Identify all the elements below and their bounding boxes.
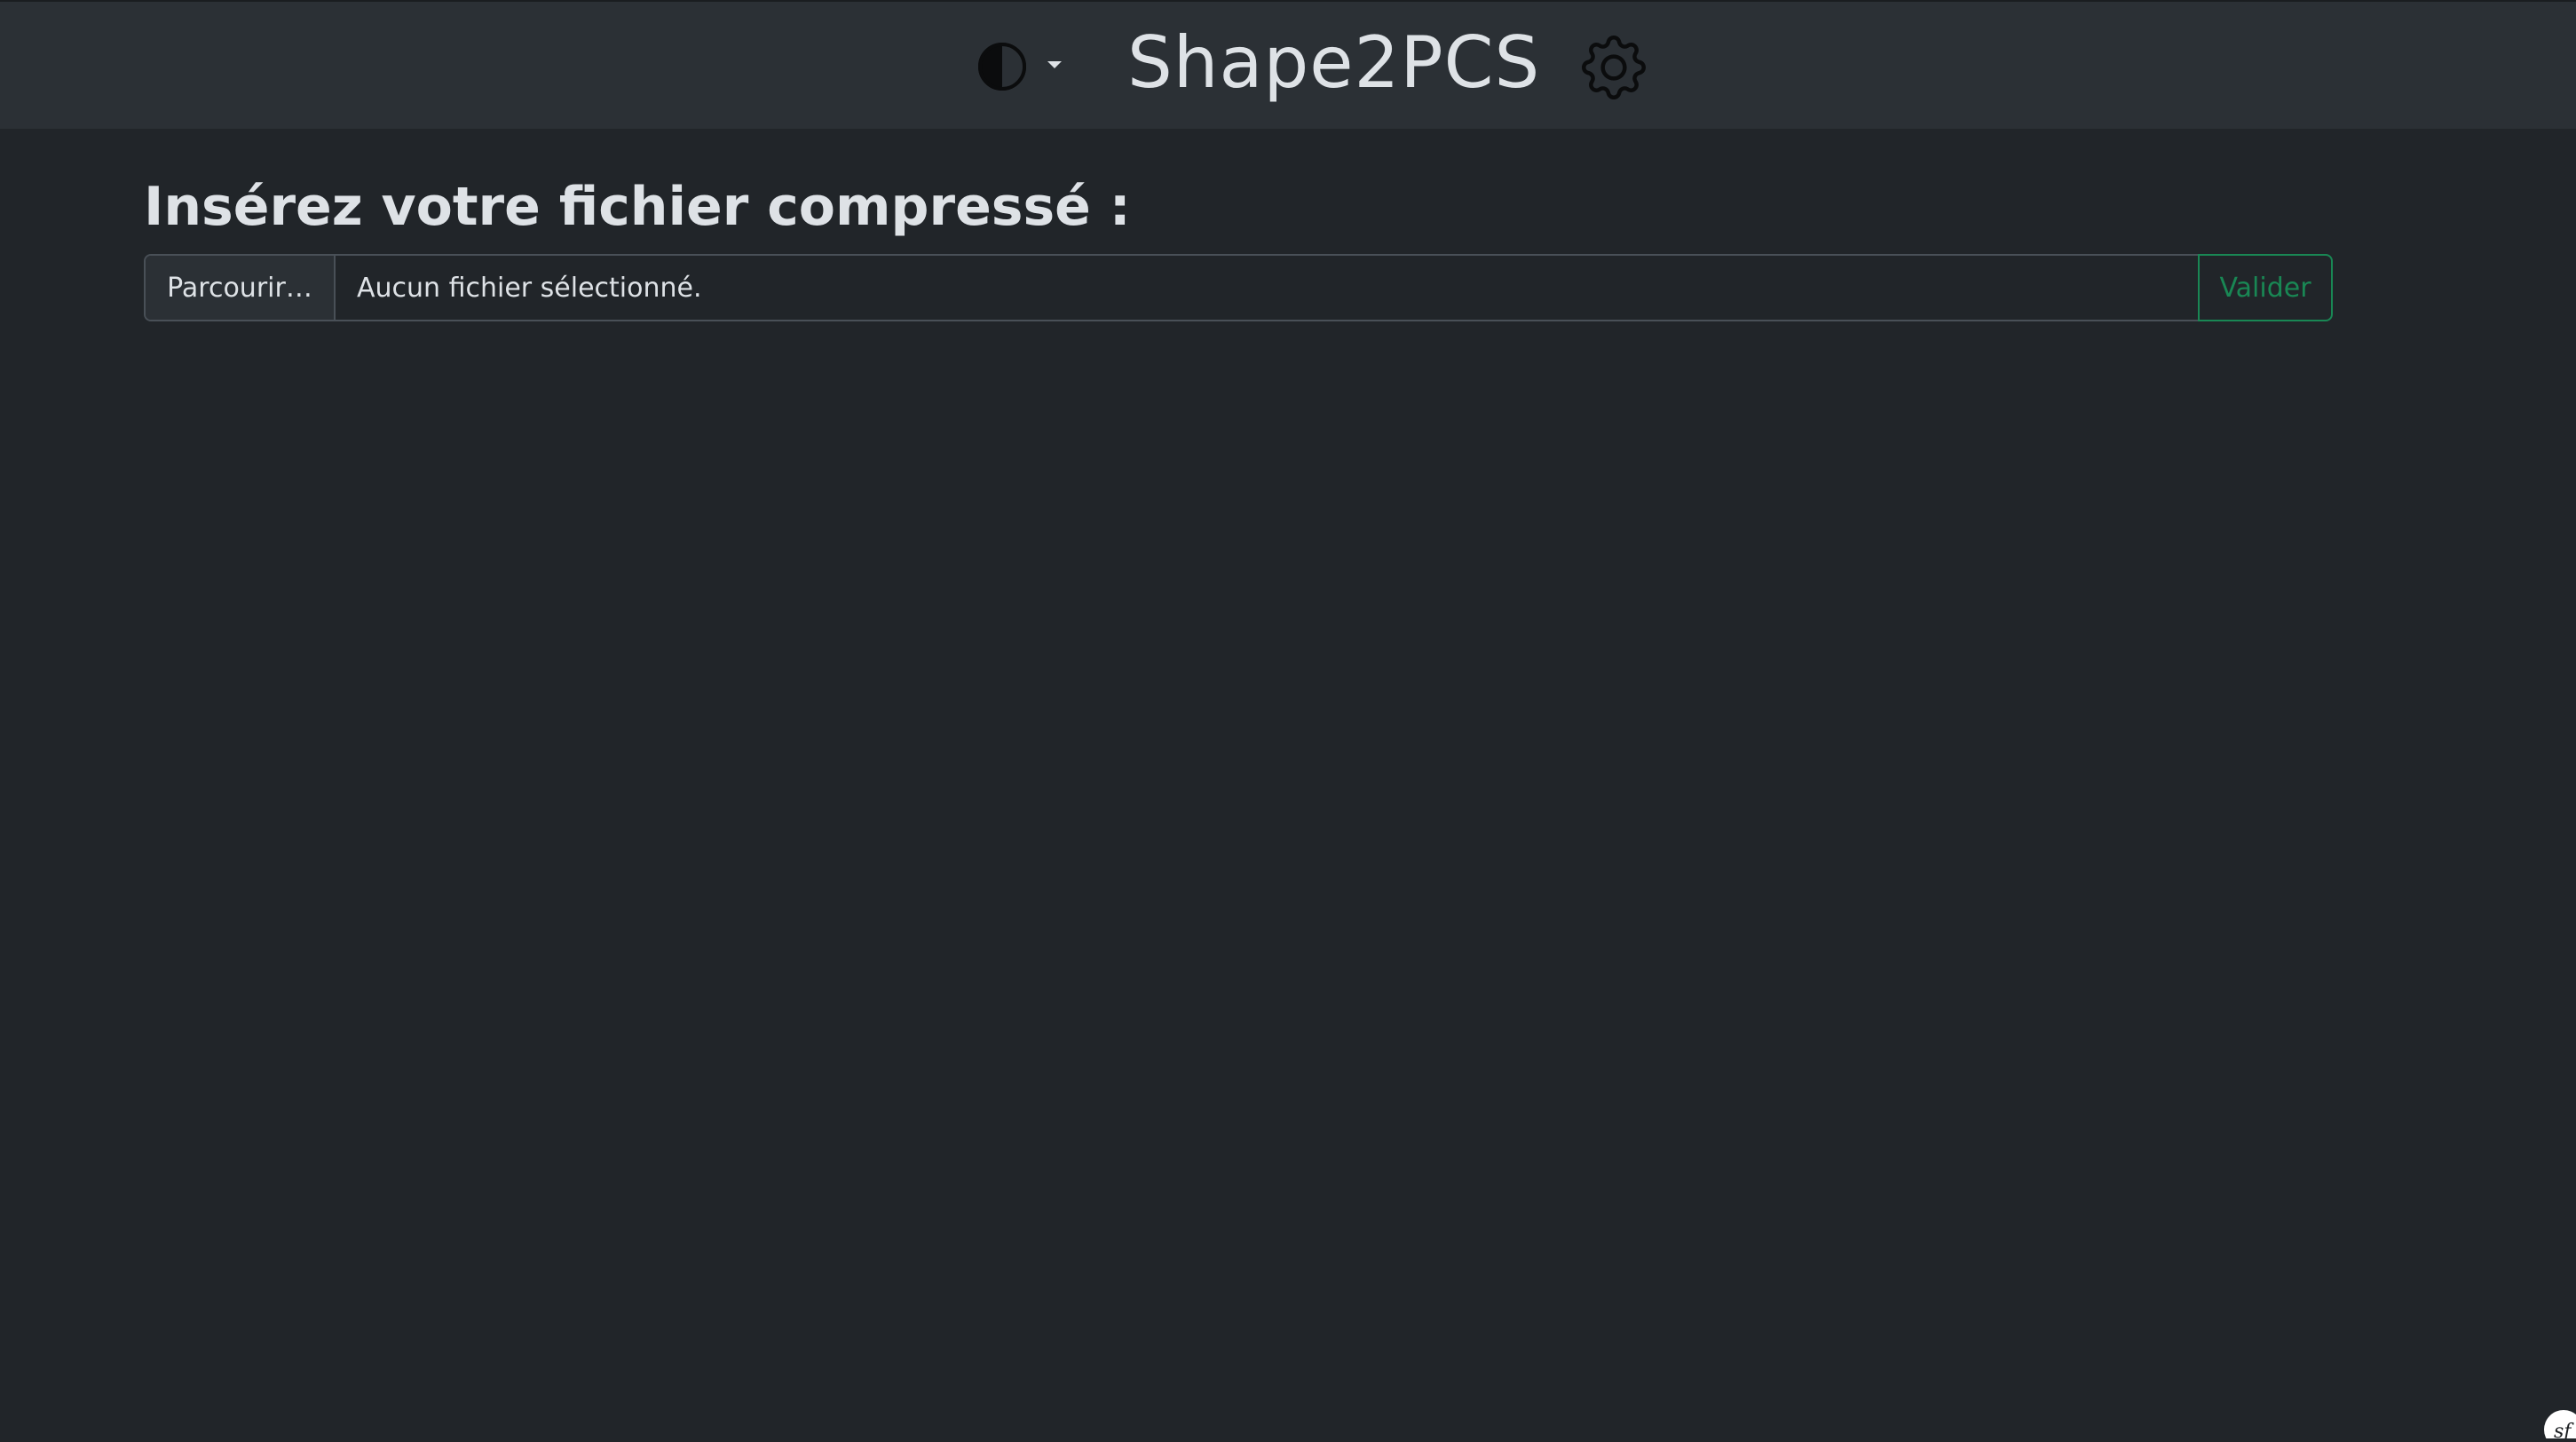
settings-button[interactable] — [1582, 36, 1646, 99]
symfony-logo-icon: sf — [2544, 1410, 2576, 1442]
gear-icon — [1582, 36, 1646, 99]
app-title: Shape2PCS — [1127, 21, 1541, 104]
caret-down-icon — [1047, 61, 1062, 68]
theme-toggle-button[interactable] — [975, 39, 1072, 94]
contrast-circle-icon — [978, 43, 1026, 91]
upload-form: Parcourir… Aucun fichier sélectionné. Va… — [144, 254, 2333, 321]
file-status-text: Aucun fichier sélectionné. — [357, 272, 702, 304]
page-heading: Insérez votre fichier compressé : — [144, 176, 1131, 238]
file-input[interactable]: Parcourir… Aucun fichier sélectionné. — [144, 254, 2198, 321]
symfony-toolbar-toggle[interactable]: sf — [2537, 1403, 2576, 1442]
submit-button[interactable]: Valider — [2198, 254, 2333, 321]
top-navbar: Shape2PCS — [0, 0, 2576, 129]
browse-button[interactable]: Parcourir… — [146, 256, 336, 320]
